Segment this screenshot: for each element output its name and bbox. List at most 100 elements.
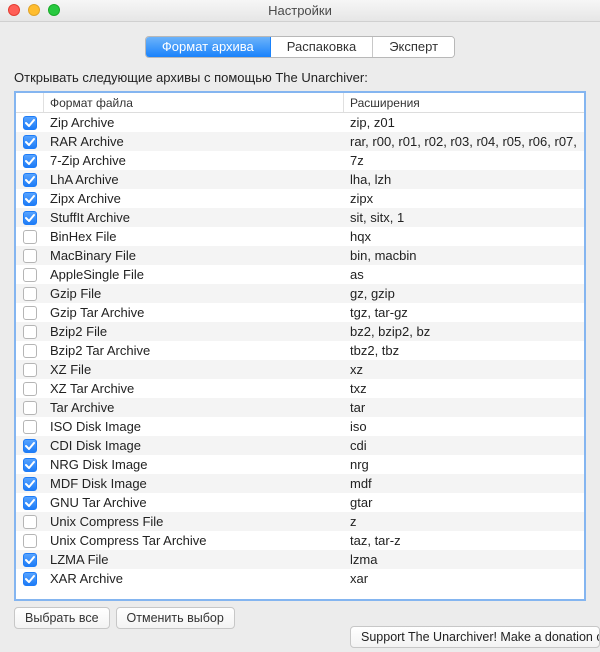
row-extensions: txz (344, 379, 584, 398)
row-checkbox[interactable] (23, 135, 37, 149)
tab-unpack[interactable]: Распаковка (271, 37, 373, 57)
table-row[interactable]: Zipx Archivezipx (16, 189, 584, 208)
table-row[interactable]: Tar Archivetar (16, 398, 584, 417)
row-checkbox[interactable] (23, 249, 37, 263)
row-format-name: AppleSingle File (44, 265, 344, 284)
tab-archive-format[interactable]: Формат архива (146, 37, 271, 57)
row-checkbox[interactable] (23, 325, 37, 339)
row-format-name: Zip Archive (44, 113, 344, 132)
row-checkbox[interactable] (23, 192, 37, 206)
support-area: Support The Unarchiver! Make a donation … (350, 626, 600, 648)
row-checkbox[interactable] (23, 477, 37, 491)
row-extensions: zipx (344, 189, 584, 208)
table-row[interactable]: LhA Archivelha, lzh (16, 170, 584, 189)
row-checkbox[interactable] (23, 287, 37, 301)
row-checkbox[interactable] (23, 515, 37, 529)
row-extensions: rar, r00, r01, r02, r03, r04, r05, r06, … (344, 132, 584, 151)
row-checkbox[interactable] (23, 420, 37, 434)
row-checkbox-cell (16, 132, 44, 151)
row-checkbox[interactable] (23, 154, 37, 168)
deselect-all-button[interactable]: Отменить выбор (116, 607, 235, 629)
row-extensions: as (344, 265, 584, 284)
row-checkbox-cell (16, 189, 44, 208)
table-row[interactable]: XZ Filexz (16, 360, 584, 379)
row-checkbox[interactable] (23, 496, 37, 510)
table-row[interactable]: Gzip Tar Archivetgz, tar-gz (16, 303, 584, 322)
row-checkbox-cell (16, 474, 44, 493)
row-extensions: gz, gzip (344, 284, 584, 303)
table-row[interactable]: Unix Compress Tar Archivetaz, tar-z (16, 531, 584, 550)
tab-bar: Формат архива Распаковка Эксперт (14, 36, 586, 58)
row-format-name: NRG Disk Image (44, 455, 344, 474)
row-checkbox[interactable] (23, 211, 37, 225)
row-extensions: zip, z01 (344, 113, 584, 132)
table-row[interactable]: Bzip2 Tar Archivetbz2, tbz (16, 341, 584, 360)
table-row[interactable]: RAR Archiverar, r00, r01, r02, r03, r04,… (16, 132, 584, 151)
table-row[interactable]: BinHex Filehqx (16, 227, 584, 246)
row-checkbox[interactable] (23, 458, 37, 472)
row-extensions: xar (344, 569, 584, 588)
row-checkbox-cell (16, 455, 44, 474)
col-format[interactable]: Формат файла (44, 93, 344, 112)
row-checkbox-cell (16, 493, 44, 512)
formats-table[interactable]: Формат файла Расширения Zip Archivezip, … (14, 91, 586, 601)
close-icon[interactable] (8, 4, 20, 16)
row-format-name: Unix Compress Tar Archive (44, 531, 344, 550)
row-extensions: iso (344, 417, 584, 436)
table-row[interactable]: LZMA Filelzma (16, 550, 584, 569)
table-row[interactable]: GNU Tar Archivegtar (16, 493, 584, 512)
col-ext[interactable]: Расширения (344, 93, 584, 112)
row-checkbox-cell (16, 417, 44, 436)
tab-expert[interactable]: Эксперт (373, 37, 454, 57)
row-checkbox[interactable] (23, 401, 37, 415)
row-checkbox[interactable] (23, 534, 37, 548)
row-format-name: BinHex File (44, 227, 344, 246)
table-row[interactable]: XZ Tar Archivetxz (16, 379, 584, 398)
table-row[interactable]: MacBinary Filebin, macbin (16, 246, 584, 265)
row-checkbox[interactable] (23, 306, 37, 320)
table-row[interactable]: Bzip2 Filebz2, bzip2, bz (16, 322, 584, 341)
row-checkbox-cell (16, 512, 44, 531)
row-format-name: XAR Archive (44, 569, 344, 588)
select-all-button[interactable]: Выбрать все (14, 607, 110, 629)
table-row[interactable]: Unix Compress Filez (16, 512, 584, 531)
table-header: Формат файла Расширения (16, 93, 584, 113)
table-row[interactable]: NRG Disk Imagenrg (16, 455, 584, 474)
row-extensions: lha, lzh (344, 170, 584, 189)
row-checkbox[interactable] (23, 439, 37, 453)
row-checkbox-cell (16, 322, 44, 341)
row-format-name: Bzip2 Tar Archive (44, 341, 344, 360)
row-format-name: Tar Archive (44, 398, 344, 417)
row-checkbox-cell (16, 303, 44, 322)
col-checkbox[interactable] (16, 93, 44, 112)
row-extensions: mdf (344, 474, 584, 493)
row-checkbox[interactable] (23, 173, 37, 187)
table-row[interactable]: Zip Archivezip, z01 (16, 113, 584, 132)
row-extensions: taz, tar-z (344, 531, 584, 550)
row-format-name: Zipx Archive (44, 189, 344, 208)
table-row[interactable]: XAR Archivexar (16, 569, 584, 588)
row-extensions: lzma (344, 550, 584, 569)
row-checkbox-cell (16, 360, 44, 379)
row-checkbox[interactable] (23, 363, 37, 377)
table-row[interactable]: 7-Zip Archive7z (16, 151, 584, 170)
zoom-icon[interactable] (48, 4, 60, 16)
table-row[interactable]: CDI Disk Imagecdi (16, 436, 584, 455)
row-checkbox[interactable] (23, 230, 37, 244)
table-row[interactable]: Gzip Filegz, gzip (16, 284, 584, 303)
row-format-name: CDI Disk Image (44, 436, 344, 455)
minimize-icon[interactable] (28, 4, 40, 16)
row-checkbox[interactable] (23, 572, 37, 586)
table-row[interactable]: ISO Disk Imageiso (16, 417, 584, 436)
table-row[interactable]: StuffIt Archivesit, sitx, 1 (16, 208, 584, 227)
row-format-name: MDF Disk Image (44, 474, 344, 493)
row-checkbox[interactable] (23, 553, 37, 567)
support-button[interactable]: Support The Unarchiver! Make a donation … (350, 626, 600, 648)
row-checkbox[interactable] (23, 116, 37, 130)
table-row[interactable]: MDF Disk Imagemdf (16, 474, 584, 493)
row-checkbox[interactable] (23, 382, 37, 396)
row-checkbox[interactable] (23, 344, 37, 358)
table-row[interactable]: AppleSingle Fileas (16, 265, 584, 284)
row-checkbox[interactable] (23, 268, 37, 282)
row-format-name: XZ Tar Archive (44, 379, 344, 398)
